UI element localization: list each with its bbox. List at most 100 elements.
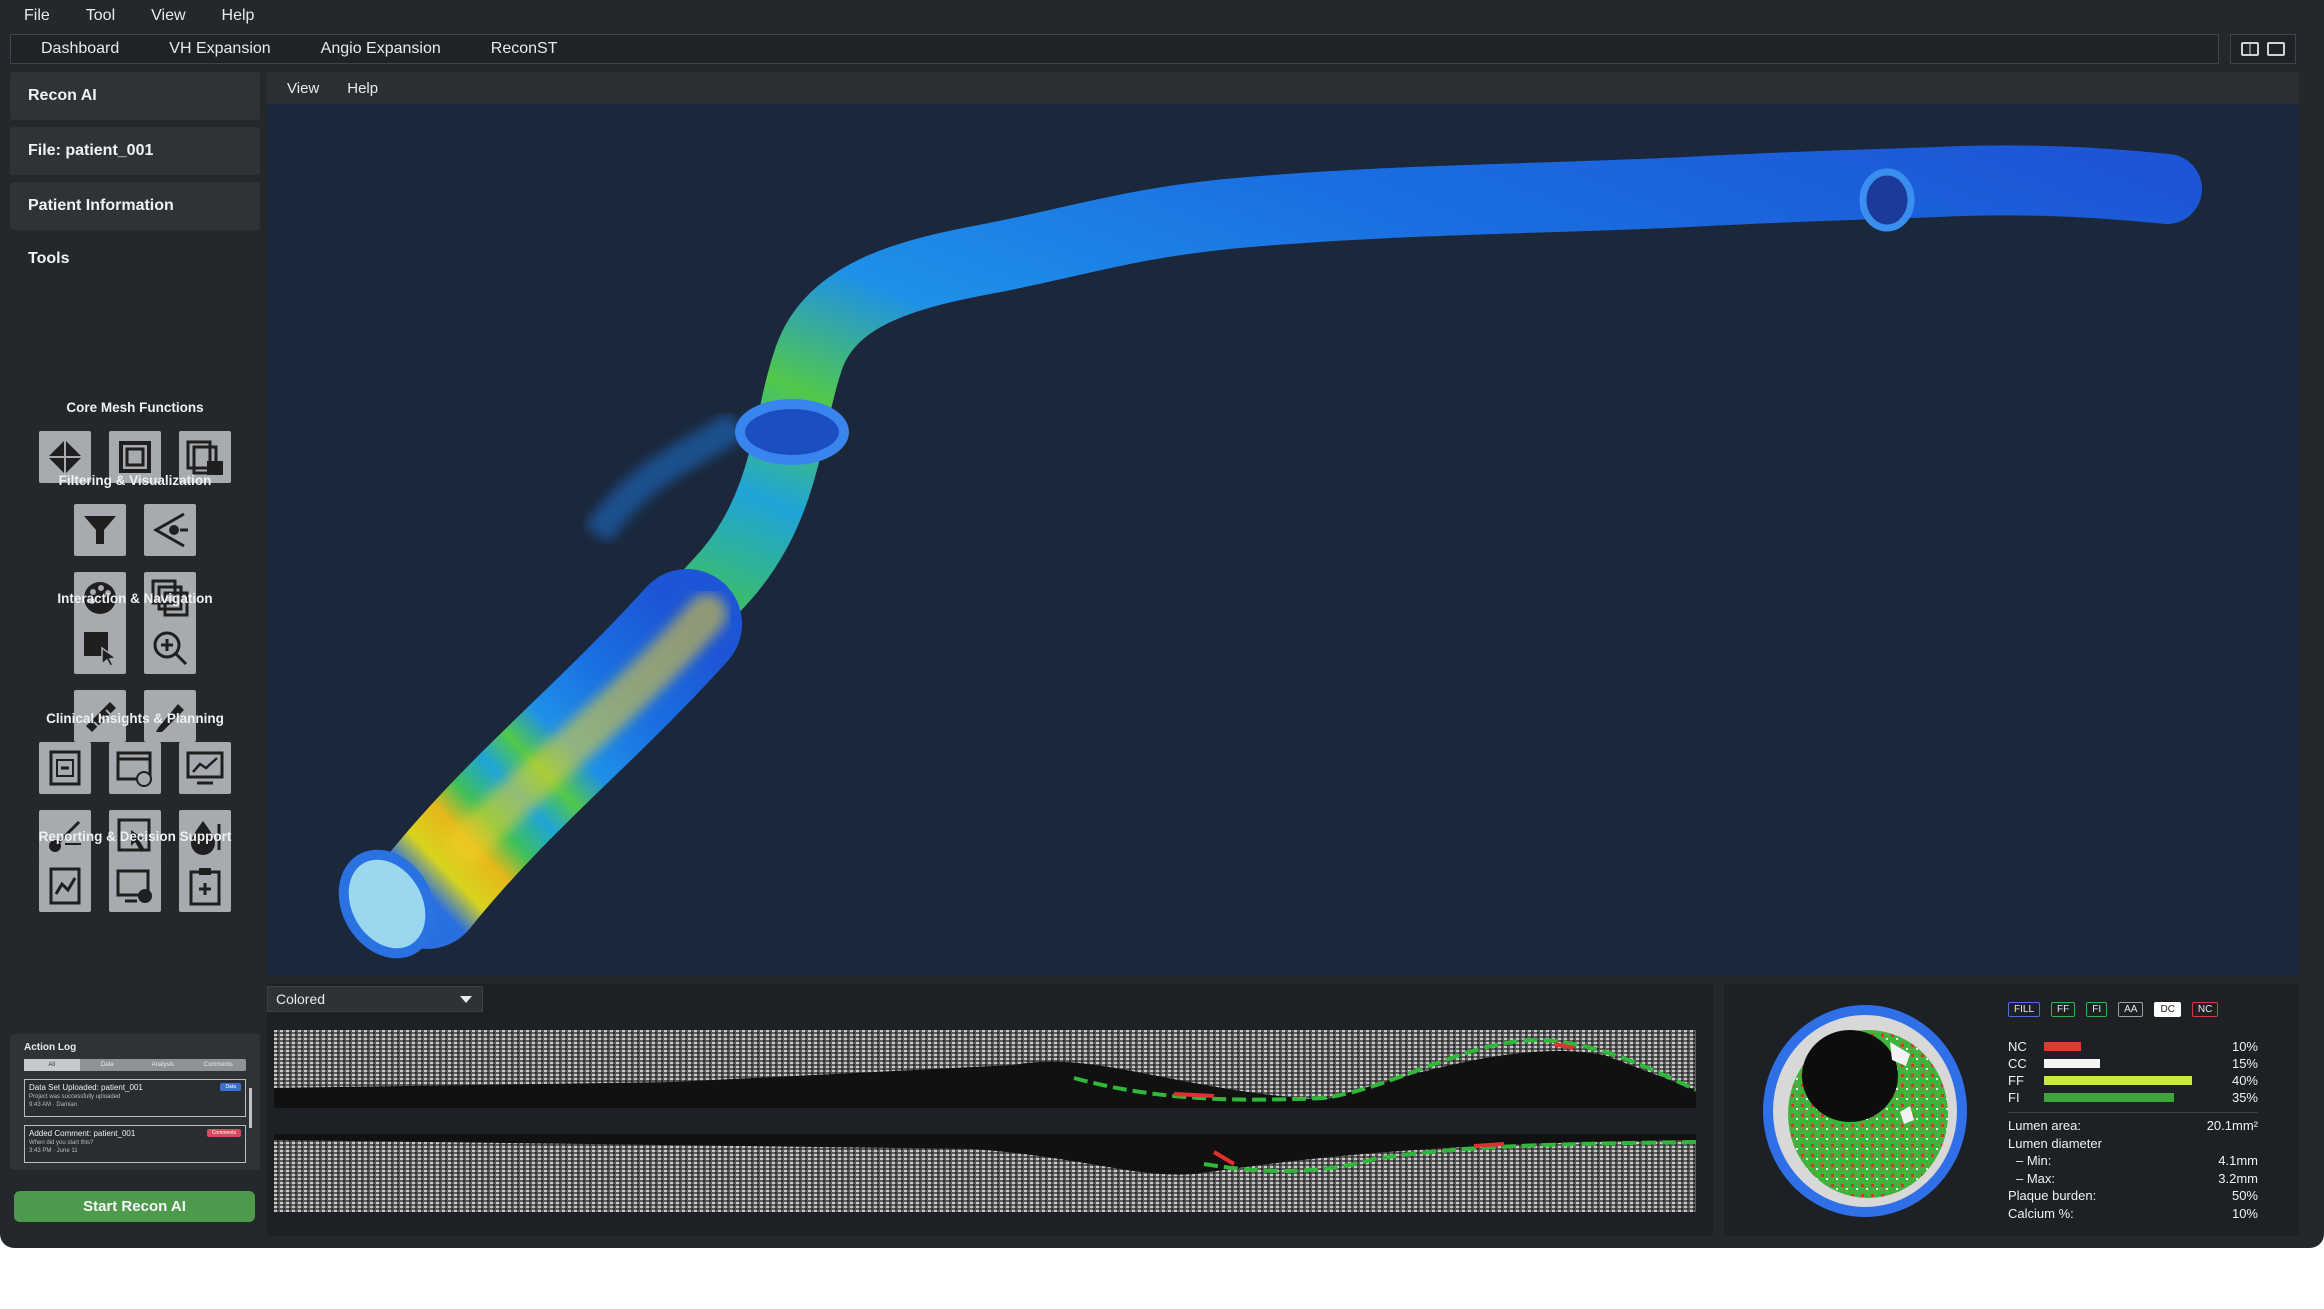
- screen-settings-icon: [116, 869, 152, 903]
- legend-button-ff[interactable]: FF: [2051, 1002, 2076, 1017]
- legend-button-nc[interactable]: NC: [2191, 1002, 2219, 1017]
- composition-track: [2044, 1059, 2214, 1068]
- composition-bar: [2044, 1059, 2100, 1068]
- composition-bar: [2044, 1093, 2174, 1102]
- monitor-chart-tool-button[interactable]: [179, 742, 231, 794]
- viewport-menu-help[interactable]: Help: [347, 80, 378, 97]
- action-log: Action Log All Data Analysis Comments Da…: [10, 1034, 260, 1170]
- menu-view[interactable]: View: [151, 7, 185, 25]
- action-log-tab-data[interactable]: Data: [80, 1059, 136, 1071]
- display-mode-value: Colored: [276, 991, 326, 1007]
- action-log-item-title: Data Set Uploaded: patient_001: [29, 1083, 143, 1092]
- metric-value: 3.2mm: [2218, 1170, 2258, 1186]
- action-log-item-meta: 3:43 PM · June 11: [29, 1148, 78, 1154]
- legend-button-aa[interactable]: AA: [2118, 1002, 2144, 1017]
- metric-row: Lumen diameter: [2008, 1135, 2258, 1153]
- menu-help[interactable]: Help: [222, 7, 255, 25]
- layout-grid-icon[interactable]: [2241, 42, 2259, 56]
- tool-section-title: Reporting & Decision Support: [38, 829, 232, 844]
- composition-name: CC: [2008, 1056, 2027, 1071]
- menu-file[interactable]: File: [24, 7, 50, 25]
- metric-value: 50%: [2231, 1188, 2258, 1204]
- tab-vh-expansion[interactable]: VH Expansion: [169, 40, 270, 58]
- tab-angio-expansion[interactable]: Angio Expansion: [321, 40, 441, 58]
- composition-name: NC: [2008, 1039, 2027, 1054]
- 3d-viewport[interactable]: View Help: [267, 72, 2299, 976]
- metric-value: 4.1mm: [2218, 1153, 2258, 1169]
- composition-row: NC 10%: [2008, 1038, 2258, 1055]
- tab-reconst[interactable]: ReconST: [491, 40, 558, 58]
- composition-bars: NC 10% CC 15% FF 40% FI 35%: [2008, 1038, 2258, 1106]
- longitudinal-view-1[interactable]: [274, 1030, 1697, 1108]
- cross-section-panel: FILL FF FI AA DC NC NC 10% CC 15% FF 40% FI 35% Lume…: [1724, 984, 2299, 1236]
- action-log-badge: Comments: [206, 1129, 241, 1137]
- action-log-item[interactable]: Data Set Uploaded: patient_001 Project w…: [24, 1079, 246, 1117]
- slice-view-tool-button[interactable]: [144, 504, 196, 556]
- tab-bar: Dashboard VH Expansion Angio Expansion R…: [10, 34, 2219, 64]
- composition-percent: 40%: [2231, 1073, 2258, 1088]
- vessel-3d-model[interactable]: [267, 104, 2299, 976]
- screen-settings-tool-button[interactable]: [109, 860, 161, 912]
- monitor-chart-icon: [186, 751, 224, 785]
- timeline-window-icon: [116, 751, 152, 787]
- tool-icon-row: [10, 504, 260, 556]
- action-log-tab-all[interactable]: All: [24, 1059, 80, 1071]
- start-recon-ai-button[interactable]: Start Recon AI: [14, 1191, 255, 1222]
- action-log-title: Action Log: [24, 1042, 77, 1053]
- plaque-metrics: NC 10% CC 15% FF 40% FI 35% Lumen area: 20.1mm² L…: [2008, 1038, 2258, 1222]
- display-mode-dropdown[interactable]: Colored: [267, 986, 483, 1012]
- zoom-in-tool-button[interactable]: [144, 622, 196, 674]
- save-copy-icon: [186, 440, 223, 475]
- legend-button-fi[interactable]: FI: [2086, 1002, 2108, 1017]
- tool-icon-row: [10, 622, 260, 674]
- action-log-tab-comments[interactable]: Comments: [191, 1059, 247, 1071]
- tool-section-title: Filtering & Visualization: [58, 473, 212, 488]
- composition-track: [2044, 1076, 2214, 1085]
- scan-document-tool-button[interactable]: [39, 742, 91, 794]
- composition-row: FF 40%: [2008, 1072, 2258, 1089]
- timeline-window-tool-button[interactable]: [109, 742, 161, 794]
- tab-dashboard[interactable]: Dashboard: [41, 40, 119, 58]
- scan-document-icon: [49, 750, 81, 786]
- composition-track: [2044, 1042, 2214, 1051]
- vessel-cross-section[interactable]: [1760, 1002, 1970, 1220]
- metric-value: 10%: [2231, 1205, 2258, 1221]
- metric-label: Lumen area:: [2008, 1118, 2081, 1134]
- window-controls: [2230, 34, 2296, 64]
- sidebar-card-recon-ai[interactable]: Recon AI: [10, 72, 260, 120]
- composition-bar: [2044, 1042, 2081, 1051]
- menu-tool[interactable]: Tool: [86, 7, 115, 25]
- sidebar-card-patient-info[interactable]: Patient Information: [10, 182, 260, 230]
- sidebar-card-file[interactable]: File: patient_001: [10, 127, 260, 175]
- clipboard-medical-tool-button[interactable]: [179, 860, 231, 912]
- tool-section-title: Clinical Insights & Planning: [46, 711, 224, 726]
- select-cursor-tool-button[interactable]: [74, 622, 126, 674]
- legend-button-fill[interactable]: FILL: [2008, 1002, 2041, 1017]
- legend-button-dc[interactable]: DC: [2154, 1002, 2181, 1017]
- clipboard-medical-icon: [189, 868, 221, 906]
- metric-row: – Max: 3.2mm: [2008, 1170, 2258, 1188]
- composition-name: FF: [2008, 1073, 2024, 1088]
- composition-percent: 10%: [2231, 1039, 2258, 1054]
- tool-section-title: Interaction & Navigation: [57, 591, 213, 606]
- tool-icon-row: [10, 860, 260, 912]
- action-log-tab-analysis[interactable]: Analysis: [135, 1059, 191, 1071]
- metric-label: Plaque burden:: [2008, 1188, 2097, 1204]
- metric-row: Lumen area: 20.1mm²: [2008, 1117, 2258, 1135]
- viewport-menu-view[interactable]: View: [287, 80, 319, 97]
- action-log-item-desc: Project was successfully uploaded: [29, 1094, 121, 1100]
- frame-layers-icon: [119, 441, 151, 473]
- composition-percent: 35%: [2231, 1090, 2258, 1105]
- filter-funnel-tool-button[interactable]: [74, 504, 126, 556]
- select-cursor-icon: [84, 632, 118, 667]
- action-log-item[interactable]: Added Comment: patient_001 When did you …: [24, 1125, 246, 1163]
- fullscreen-icon[interactable]: [2267, 42, 2285, 56]
- composition-name: FI: [2008, 1090, 2020, 1105]
- tool-icon-row: [10, 742, 260, 794]
- action-log-badge: Data: [220, 1083, 241, 1091]
- longitudinal-view-2[interactable]: [274, 1134, 1697, 1212]
- report-chart-tool-button[interactable]: [39, 860, 91, 912]
- metric-row: Plaque burden: 50%: [2008, 1187, 2258, 1205]
- action-log-scrollbar[interactable]: [249, 1088, 252, 1128]
- tissue-legend-buttons: FILL FF FI AA DC NC: [2008, 1002, 2219, 1017]
